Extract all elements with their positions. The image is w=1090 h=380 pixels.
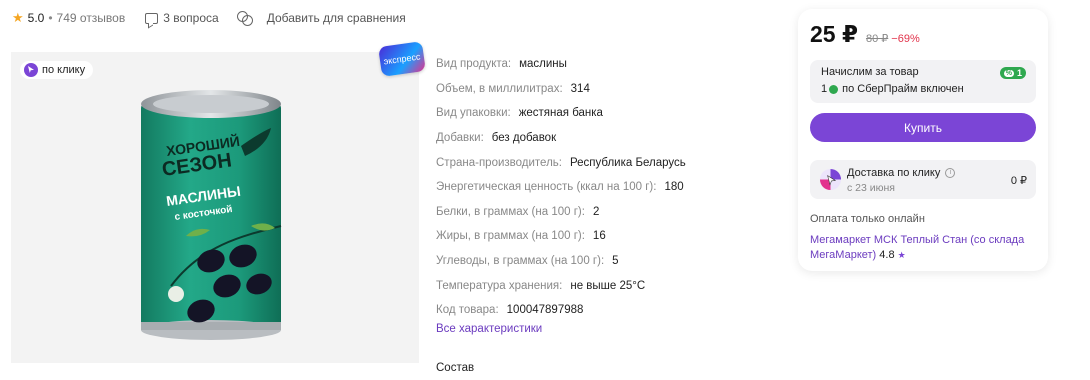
spec-value: не выше 25°С xyxy=(570,279,646,292)
rating-value: 5.0 xyxy=(27,11,45,25)
payment-note: Оплата только онлайн xyxy=(810,213,925,225)
spec-key: Добавки: xyxy=(436,132,484,145)
spec-key: Температура хранения: xyxy=(436,279,563,292)
buy-card: 25 ₽ 80 ₽ −69% Начислим за товар 1 по Сб… xyxy=(798,9,1048,271)
questions-link[interactable]: 3 вопроса xyxy=(145,11,219,25)
compare-icon xyxy=(236,11,253,26)
product-meta-bar: ★ 5.0 • 749 отзывов 3 вопроса Добавить д… xyxy=(12,10,406,26)
spec-value: 180 xyxy=(664,181,684,194)
spec-row: Добавки: без добавок xyxy=(436,126,686,151)
spec-key: Жиры, в граммах (на 100 г): xyxy=(436,230,585,243)
spec-value: 314 xyxy=(570,82,590,95)
info-icon[interactable]: i xyxy=(945,168,956,178)
delivery-price: 0 ₽ xyxy=(1010,175,1027,187)
spec-key: Белки, в граммах (на 100 г): xyxy=(436,205,585,218)
badge-express: экспресс xyxy=(378,41,426,77)
all-characteristics-link[interactable]: Все характеристики xyxy=(436,323,542,335)
spec-value: 100047897988 xyxy=(506,304,584,317)
spec-row: Вид продукта: маслины xyxy=(436,52,686,77)
bonus-title: Начислим за товар xyxy=(821,66,919,78)
product-image-gallery[interactable]: по клику ХОРОШИЙ СЕЗОН МАСЛИНЫ с косточк… xyxy=(11,52,419,363)
spec-value: 2 xyxy=(592,205,600,218)
discount-badge: −69% xyxy=(891,33,920,45)
spec-row: Код товара: 100047897988 xyxy=(436,298,686,323)
characteristics-list: Вид продукта: маслины Объем, в миллилитрах… xyxy=(436,52,686,323)
seller-info: Мегамаркет МСК Теплый Стан (со склада Ме… xyxy=(810,233,1036,263)
bonus-chip-value: 1 xyxy=(1016,68,1022,78)
spec-key: Страна-производитель: xyxy=(436,156,562,169)
spec-key: Энергетическая ценность (ккал на 100 г): xyxy=(436,181,657,194)
click-delivery-icon xyxy=(819,168,842,191)
spec-row: Углеводы, в граммах (на 100 г): 5 xyxy=(436,249,686,274)
spec-row: Температура хранения: не выше 25°С xyxy=(436,273,686,298)
spec-value: Республика Беларусь xyxy=(569,156,686,169)
cursor-click-icon xyxy=(24,63,38,77)
spec-value: маслины xyxy=(519,58,567,71)
compare-label: Добавить для сравнения xyxy=(266,11,406,25)
spec-row: Жиры, в граммах (на 100 г): 16 xyxy=(436,224,686,249)
spec-value: без добавок xyxy=(491,132,557,145)
spec-key: Вид продукта: xyxy=(436,58,512,71)
spec-row: Вид упаковки: жестяная банка xyxy=(436,101,686,126)
delivery-date: с 23 июня xyxy=(847,182,895,194)
spec-key: Объем, в миллилитрах: xyxy=(436,82,563,95)
buy-button[interactable]: Купить xyxy=(810,113,1036,142)
seller-link[interactable]: Мегамаркет МСК Теплый Стан (со склада Ме… xyxy=(810,234,1024,261)
reviews-link[interactable]: 749 отзывов xyxy=(57,11,126,25)
compare-button[interactable]: Добавить для сравнения xyxy=(236,11,406,26)
badge-express-label: экспресс xyxy=(382,51,422,67)
badge-click-label: по клику xyxy=(42,64,86,76)
spec-row: Страна-производитель: Республика Беларусь xyxy=(436,150,686,175)
bonus-sub-text: по СберПрайм включен xyxy=(842,83,964,95)
bonus-chip: % 1 xyxy=(999,67,1026,79)
spec-key: Вид упаковки: xyxy=(436,107,511,120)
current-price: 25 ₽ xyxy=(810,21,858,47)
bonus-sub-number: 1 xyxy=(821,83,828,95)
spec-value: 16 xyxy=(592,230,606,243)
badge-click-delivery: по клику xyxy=(20,61,94,79)
spec-row: Энергетическая ценность (ккал на 100 г):… xyxy=(436,175,686,200)
spec-value: жестяная банка xyxy=(518,107,603,120)
seller-star-icon: ★ xyxy=(897,250,906,260)
chat-bubble-icon xyxy=(145,12,159,24)
meta-separator: • xyxy=(48,11,53,25)
percent-icon: % xyxy=(1003,69,1014,77)
questions-label: 3 вопроса xyxy=(163,11,219,25)
composition-heading: Состав xyxy=(436,362,475,374)
price-row: 25 ₽ 80 ₽ −69% xyxy=(810,21,920,48)
spec-row: Объем, в миллилитрах: 314 xyxy=(436,77,686,102)
delivery-title-row: Доставка по клику i xyxy=(847,167,956,179)
spec-key: Углеводы, в граммах (на 100 г): xyxy=(436,255,605,268)
sber-bonus-icon xyxy=(829,84,839,94)
star-icon: ★ xyxy=(12,10,24,25)
spec-key: Код товара: xyxy=(436,304,499,317)
bonus-block[interactable]: Начислим за товар 1 по СберПрайм включен… xyxy=(810,60,1036,103)
seller-rating: 4.8 xyxy=(879,249,895,261)
olive-can-image: ХОРОШИЙ СЕЗОН МАСЛИНЫ с косточкой xyxy=(141,90,282,340)
bonus-subline: 1 по СберПрайм включен xyxy=(821,83,1025,95)
spec-row: Белки, в граммах (на 100 г): 2 xyxy=(436,200,686,225)
spec-value: 5 xyxy=(612,255,619,268)
delivery-option[interactable]: Доставка по клику i с 23 июня 0 ₽ xyxy=(810,160,1036,199)
delivery-title: Доставка по клику xyxy=(847,167,941,179)
old-price: 80 ₽ xyxy=(865,33,889,45)
